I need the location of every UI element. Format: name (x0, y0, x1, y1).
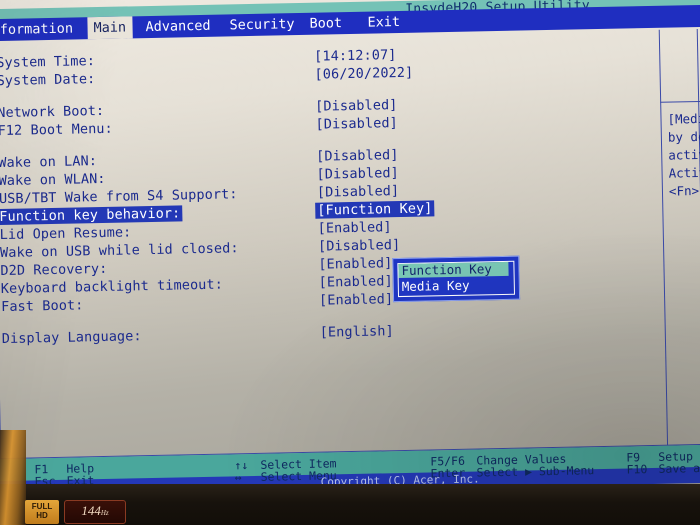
row-value-fast-boot[interactable]: [Enabled] (319, 291, 393, 308)
row-label-display-language[interactable]: Display Language: (2, 328, 142, 347)
row-label-network-boot[interactable]: Network Boot: (0, 103, 104, 121)
footer-action-select-submenu: Select ▶ Sub-Menu (476, 463, 595, 480)
row-label-system-date[interactable]: System Date: (0, 71, 95, 89)
row-value-keyboard-backlight[interactable]: [Enabled] (319, 273, 393, 290)
bios-photo: InsydeH20 Setup Utility Information Main… (0, 0, 700, 525)
row-value-usb-tbt-wake-s4[interactable]: [Disabled] (317, 183, 400, 201)
help-line-1: [Medi (667, 110, 700, 127)
function-key-behavior-dropdown[interactable]: Function Key Media Key (392, 255, 521, 303)
row-label-fast-boot[interactable]: Fast Boot: (1, 297, 84, 315)
row-value-wake-on-wlan[interactable]: [Disabled] (316, 165, 399, 183)
row-value-display-language[interactable]: [English] (320, 323, 394, 340)
row-label-wake-on-lan[interactable]: Wake on LAN: (0, 153, 97, 171)
help-line-2: by de (667, 128, 700, 145)
tab-main[interactable]: Main (87, 16, 133, 40)
help-line-4: Activa (668, 164, 700, 181)
row-value-network-boot[interactable]: [Disabled] (315, 97, 398, 115)
row-value-wake-on-lan[interactable]: [Disabled] (316, 147, 399, 165)
dropdown-option-function-key[interactable]: Function Key (398, 261, 509, 279)
tab-exit[interactable]: Exit (361, 11, 406, 34)
tab-advanced[interactable]: Advanced (139, 15, 216, 39)
tab-security[interactable]: Security (223, 13, 300, 37)
footer-key-leftright: ↔ (234, 470, 242, 485)
row-value-system-date[interactable]: [06/20/2022] (314, 65, 413, 83)
row-value-wake-on-usb-lid[interactable]: [Disabled] (318, 237, 401, 255)
row-label-wake-on-wlan[interactable]: Wake on WLAN: (0, 171, 106, 189)
help-line-3: activa (668, 146, 700, 163)
footer-key-f10: F10 (626, 462, 648, 477)
help-line-5: <Fn> ke (668, 183, 700, 199)
row-label-f12-boot-menu[interactable]: F12 Boot Menu: (0, 121, 113, 139)
dropdown-option-media-key[interactable]: Media Key (399, 278, 509, 294)
row-label-d2d-recovery[interactable]: D2D Recovery: (0, 261, 107, 279)
sticker-144hz: 144Hz (64, 500, 126, 524)
row-value-lid-open-resume[interactable]: [Enabled] (317, 219, 391, 236)
sticker-full-hd: FULL HD (25, 500, 59, 524)
sticker-144hz-unit: Hz (100, 509, 109, 517)
row-value-system-time[interactable]: [14:12:07] (314, 47, 397, 65)
footer-action-save-and-exit: Save and (658, 460, 700, 476)
row-label-lid-open-resume[interactable]: Lid Open Resume: (0, 224, 131, 243)
bezel-left-reflection (0, 430, 26, 525)
row-value-function-key-behavior[interactable]: [Function Key] (315, 200, 435, 219)
laptop-screen: InsydeH20 Setup Utility Information Main… (0, 0, 700, 510)
row-label-system-time[interactable]: System Time: (0, 53, 95, 71)
row-value-f12-boot-menu[interactable]: [Disabled] (315, 115, 398, 133)
sticker-144hz-number: 144 (81, 503, 101, 518)
tab-boot[interactable]: Boot (303, 12, 348, 35)
row-value-d2d-recovery[interactable]: [Enabled] (318, 255, 392, 272)
tab-information[interactable]: Information (0, 17, 79, 41)
